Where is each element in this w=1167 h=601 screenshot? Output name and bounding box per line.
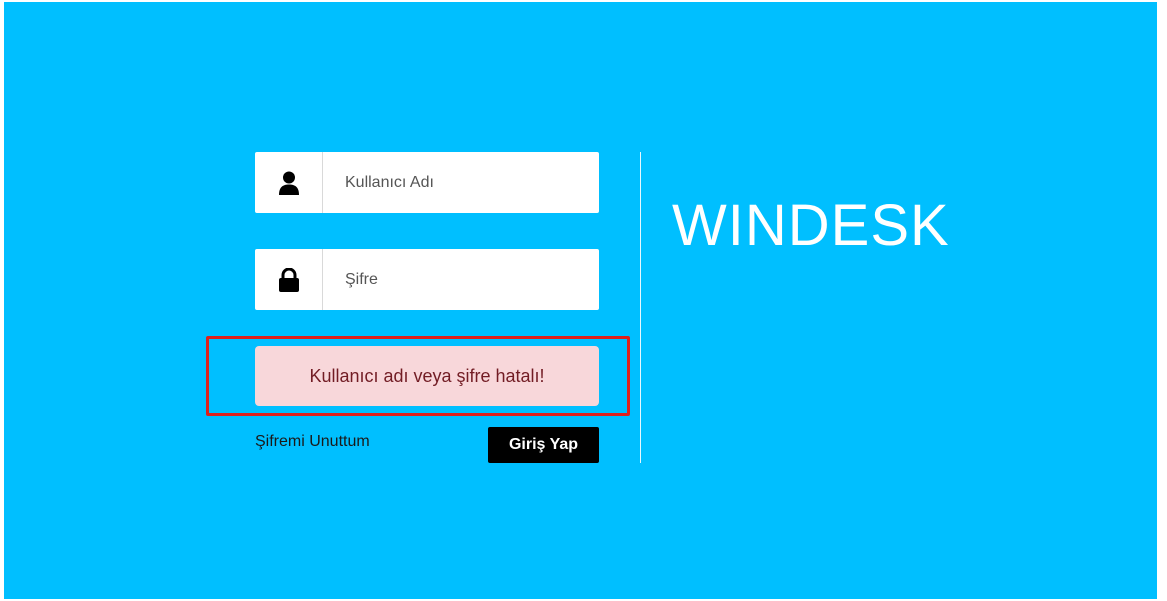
login-button[interactable]: Giriş Yap [488, 427, 599, 463]
lock-icon [278, 267, 299, 292]
username-field[interactable] [255, 152, 599, 213]
username-input[interactable] [323, 152, 599, 213]
password-field[interactable] [255, 249, 599, 310]
username-icon-cell [255, 152, 323, 213]
password-input[interactable] [323, 249, 599, 310]
forgot-password-link[interactable]: Şifremi Unuttum [255, 433, 370, 451]
error-alert: Kullanıcı adı veya şifre hatalı! [255, 346, 599, 406]
login-page: Kullanıcı adı veya şifre hatalı! Şifremi… [4, 2, 1157, 599]
password-icon-cell [255, 249, 323, 310]
user-icon [278, 171, 299, 195]
brand-logo-text: WINDESK [672, 193, 950, 258]
error-message: Kullanıcı adı veya şifre hatalı! [309, 365, 545, 386]
vertical-divider [640, 152, 641, 463]
